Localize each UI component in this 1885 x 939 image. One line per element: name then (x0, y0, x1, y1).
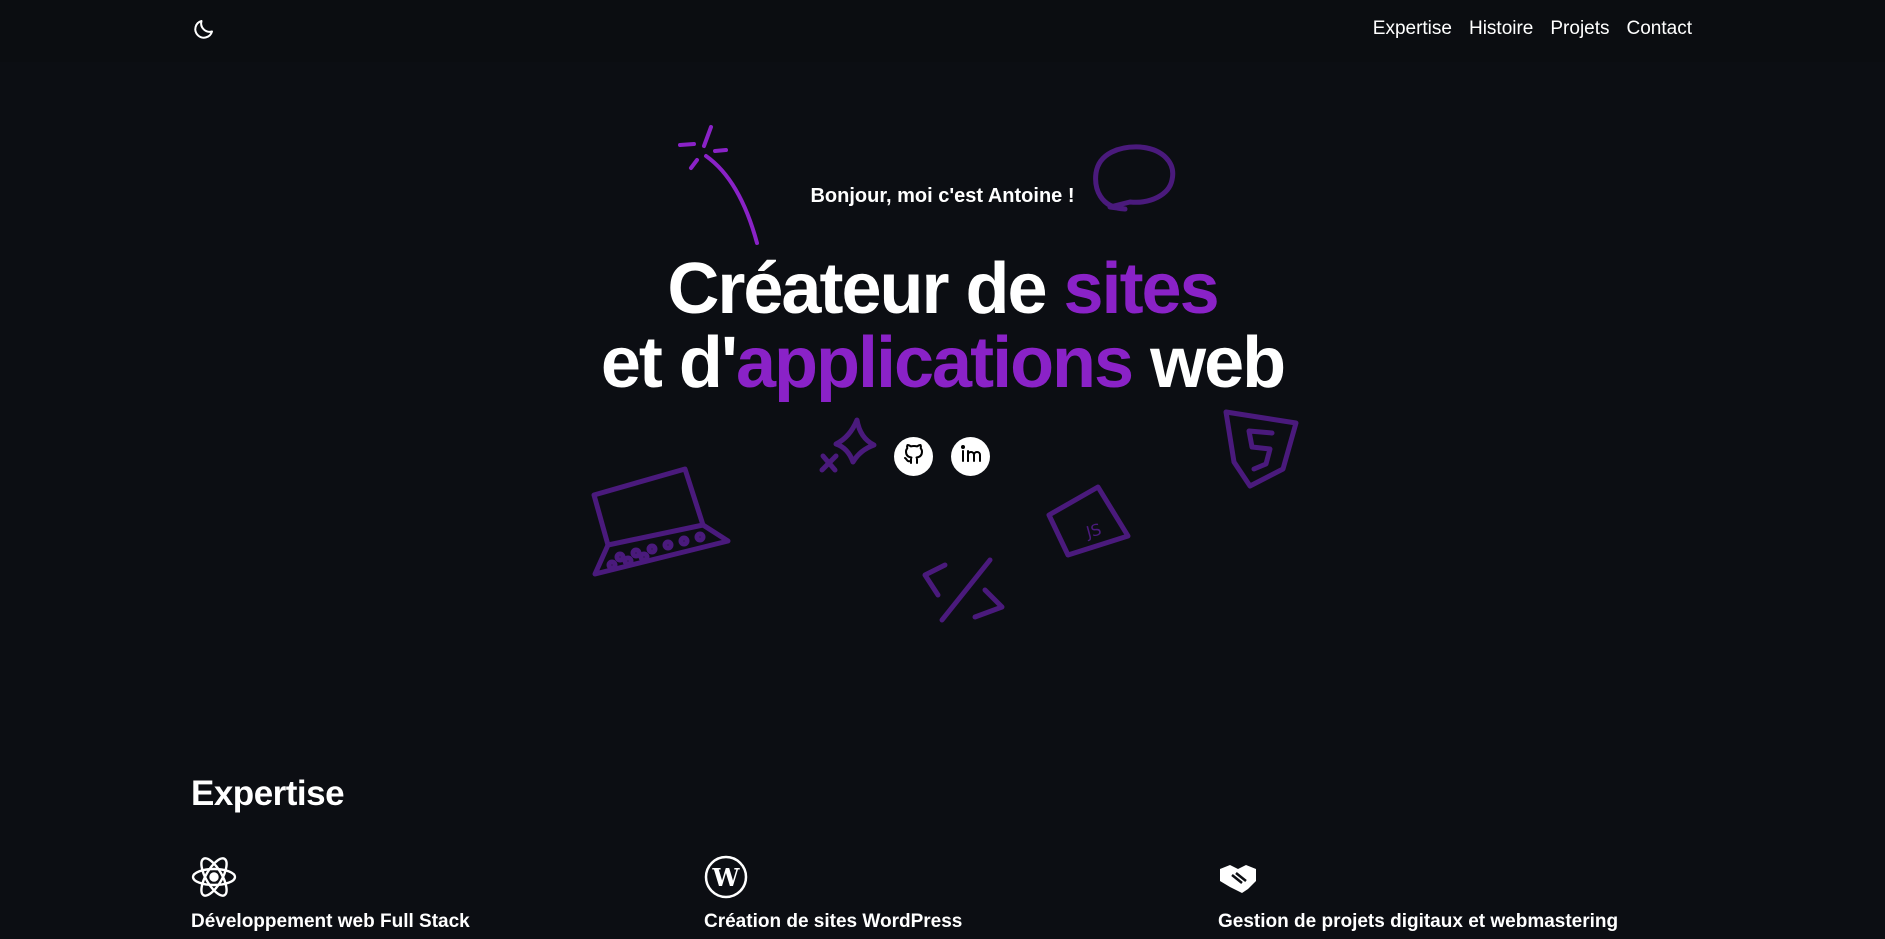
linkedin-link[interactable] (951, 437, 990, 476)
github-link[interactable] (894, 437, 933, 476)
expertise-card: Développement web Full Stack (191, 855, 671, 932)
github-icon (902, 442, 926, 471)
svg-text:W: W (712, 863, 741, 892)
hero-section: Bonjour, moi c'est Antoine ! Créateur de… (0, 62, 1885, 682)
nav-link-histoire[interactable]: Histoire (1469, 18, 1533, 40)
expertise-card: W Création de sites WordPress (704, 855, 1184, 932)
expertise-heading: Expertise (191, 774, 345, 813)
top-navbar: Expertise Histoire Projets Contact (0, 0, 1885, 62)
headline-text: et d' (600, 323, 738, 403)
hero-headline: Créateur de sites et d'applications web (0, 252, 1885, 400)
react-icon (191, 855, 237, 899)
headline-accent: sites (1063, 249, 1220, 329)
nav-link-expertise[interactable]: Expertise (1373, 18, 1452, 40)
wordpress-icon: W (704, 855, 750, 899)
linkedin-icon (959, 442, 983, 471)
handshake-icon (1218, 855, 1264, 899)
headline-text: web (1132, 323, 1286, 403)
nav-links: Expertise Histoire Projets Contact (1373, 18, 1692, 40)
card-title: Création de sites WordPress (704, 911, 963, 932)
hero-greeting: Bonjour, moi c'est Antoine ! (810, 185, 1075, 207)
social-links (894, 437, 990, 476)
moon-icon[interactable] (192, 17, 216, 41)
headline-accent: applications (736, 323, 1134, 403)
card-title: Développement web Full Stack (191, 911, 470, 932)
headline-text: Créateur de (667, 249, 1064, 329)
card-title: Gestion de projets digitaux et webmaster… (1218, 911, 1619, 932)
expertise-card: Gestion de projets digitaux et webmaster… (1218, 855, 1698, 932)
nav-link-contact[interactable]: Contact (1627, 18, 1692, 40)
nav-link-projets[interactable]: Projets (1550, 18, 1609, 40)
